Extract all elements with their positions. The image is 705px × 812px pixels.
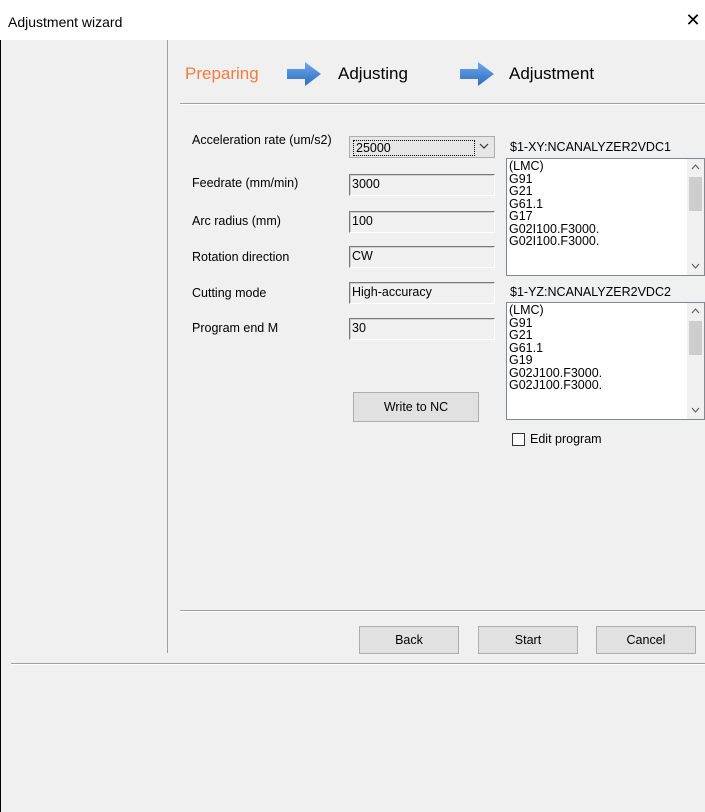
rotation-direction-field[interactable]: CW xyxy=(349,246,495,268)
right-arrow-icon xyxy=(287,62,321,86)
rotation-direction-label: Rotation direction xyxy=(192,250,290,264)
program-title-xy: $1-XY:NCANALYZER2VDC1 xyxy=(510,140,671,154)
list-item: G21 xyxy=(509,328,533,342)
close-icon[interactable]: ✕ xyxy=(681,8,705,32)
acceleration-label: Acceleration rate (um/s2) xyxy=(192,133,332,147)
list-item: G17 xyxy=(509,209,533,223)
window-edge xyxy=(0,40,1,812)
window-title: Adjustment wizard xyxy=(8,14,123,30)
arc-radius-field[interactable]: 100 xyxy=(349,211,495,233)
scroll-up-icon[interactable] xyxy=(687,159,704,176)
scrollbar-thumb[interactable] xyxy=(689,177,702,211)
scroll-down-icon[interactable] xyxy=(687,402,704,419)
footer-divider xyxy=(180,610,705,612)
scrollbar-thumb[interactable] xyxy=(689,321,702,355)
cutting-mode-field[interactable]: High-accuracy xyxy=(349,282,495,304)
acceleration-rate-value: 25000 xyxy=(353,140,475,156)
program-end-label: Program end M xyxy=(192,321,279,335)
feedrate-label: Feedrate (mm/min) xyxy=(192,176,299,190)
cancel-button[interactable]: Cancel xyxy=(596,626,696,654)
scrollbar[interactable] xyxy=(687,159,704,275)
start-button[interactable]: Start xyxy=(478,626,578,654)
list-item: G02J100.F3000. xyxy=(509,378,603,392)
write-to-nc-button[interactable]: Write to NC xyxy=(353,392,479,422)
list-item: G02I100.F3000. xyxy=(509,234,600,248)
list-item: G21 xyxy=(509,184,533,198)
cutting-mode-label: Cutting mode xyxy=(192,286,267,300)
edit-program-checkbox[interactable] xyxy=(512,433,525,446)
program-end-field[interactable]: 30 xyxy=(349,318,495,340)
header-divider xyxy=(180,103,705,105)
list-item: (LMC) xyxy=(509,303,544,317)
edit-program-label: Edit program xyxy=(530,432,602,446)
right-arrow-icon xyxy=(460,62,494,86)
chevron-down-icon[interactable] xyxy=(474,137,494,157)
program-title-yz: $1-YZ:NCANALYZER2VDC2 xyxy=(510,285,671,299)
list-item: (LMC) xyxy=(509,159,544,173)
back-button[interactable]: Back xyxy=(359,626,459,654)
title-bar: Adjustment wizard ✕ xyxy=(0,0,705,40)
scrollbar[interactable] xyxy=(687,303,704,419)
sidebar-divider xyxy=(167,40,168,653)
program-lines-xy: (LMC) G91 G21 G61.1 G17 G02I100.F3000. G… xyxy=(509,160,599,248)
bottom-divider xyxy=(11,663,705,665)
program-listbox-yz[interactable]: (LMC) G91 G21 G61.1 G19 G02J100.F3000. G… xyxy=(506,302,705,420)
program-lines-yz: (LMC) G91 G21 G61.1 G19 G02J100.F3000. G… xyxy=(509,304,602,392)
acceleration-rate-select[interactable]: 25000 xyxy=(349,136,495,158)
step-adjustment: Adjustment xyxy=(509,64,595,83)
step-preparing: Preparing xyxy=(185,64,259,83)
program-listbox-xy[interactable]: (LMC) G91 G21 G61.1 G17 G02I100.F3000. G… xyxy=(506,158,705,276)
list-item: G19 xyxy=(509,353,533,367)
feedrate-field[interactable]: 3000 xyxy=(349,174,495,196)
step-adjusting: Adjusting xyxy=(338,64,408,83)
scroll-up-icon[interactable] xyxy=(687,303,704,320)
arc-radius-label: Arc radius (mm) xyxy=(192,214,281,228)
scroll-down-icon[interactable] xyxy=(687,258,704,275)
